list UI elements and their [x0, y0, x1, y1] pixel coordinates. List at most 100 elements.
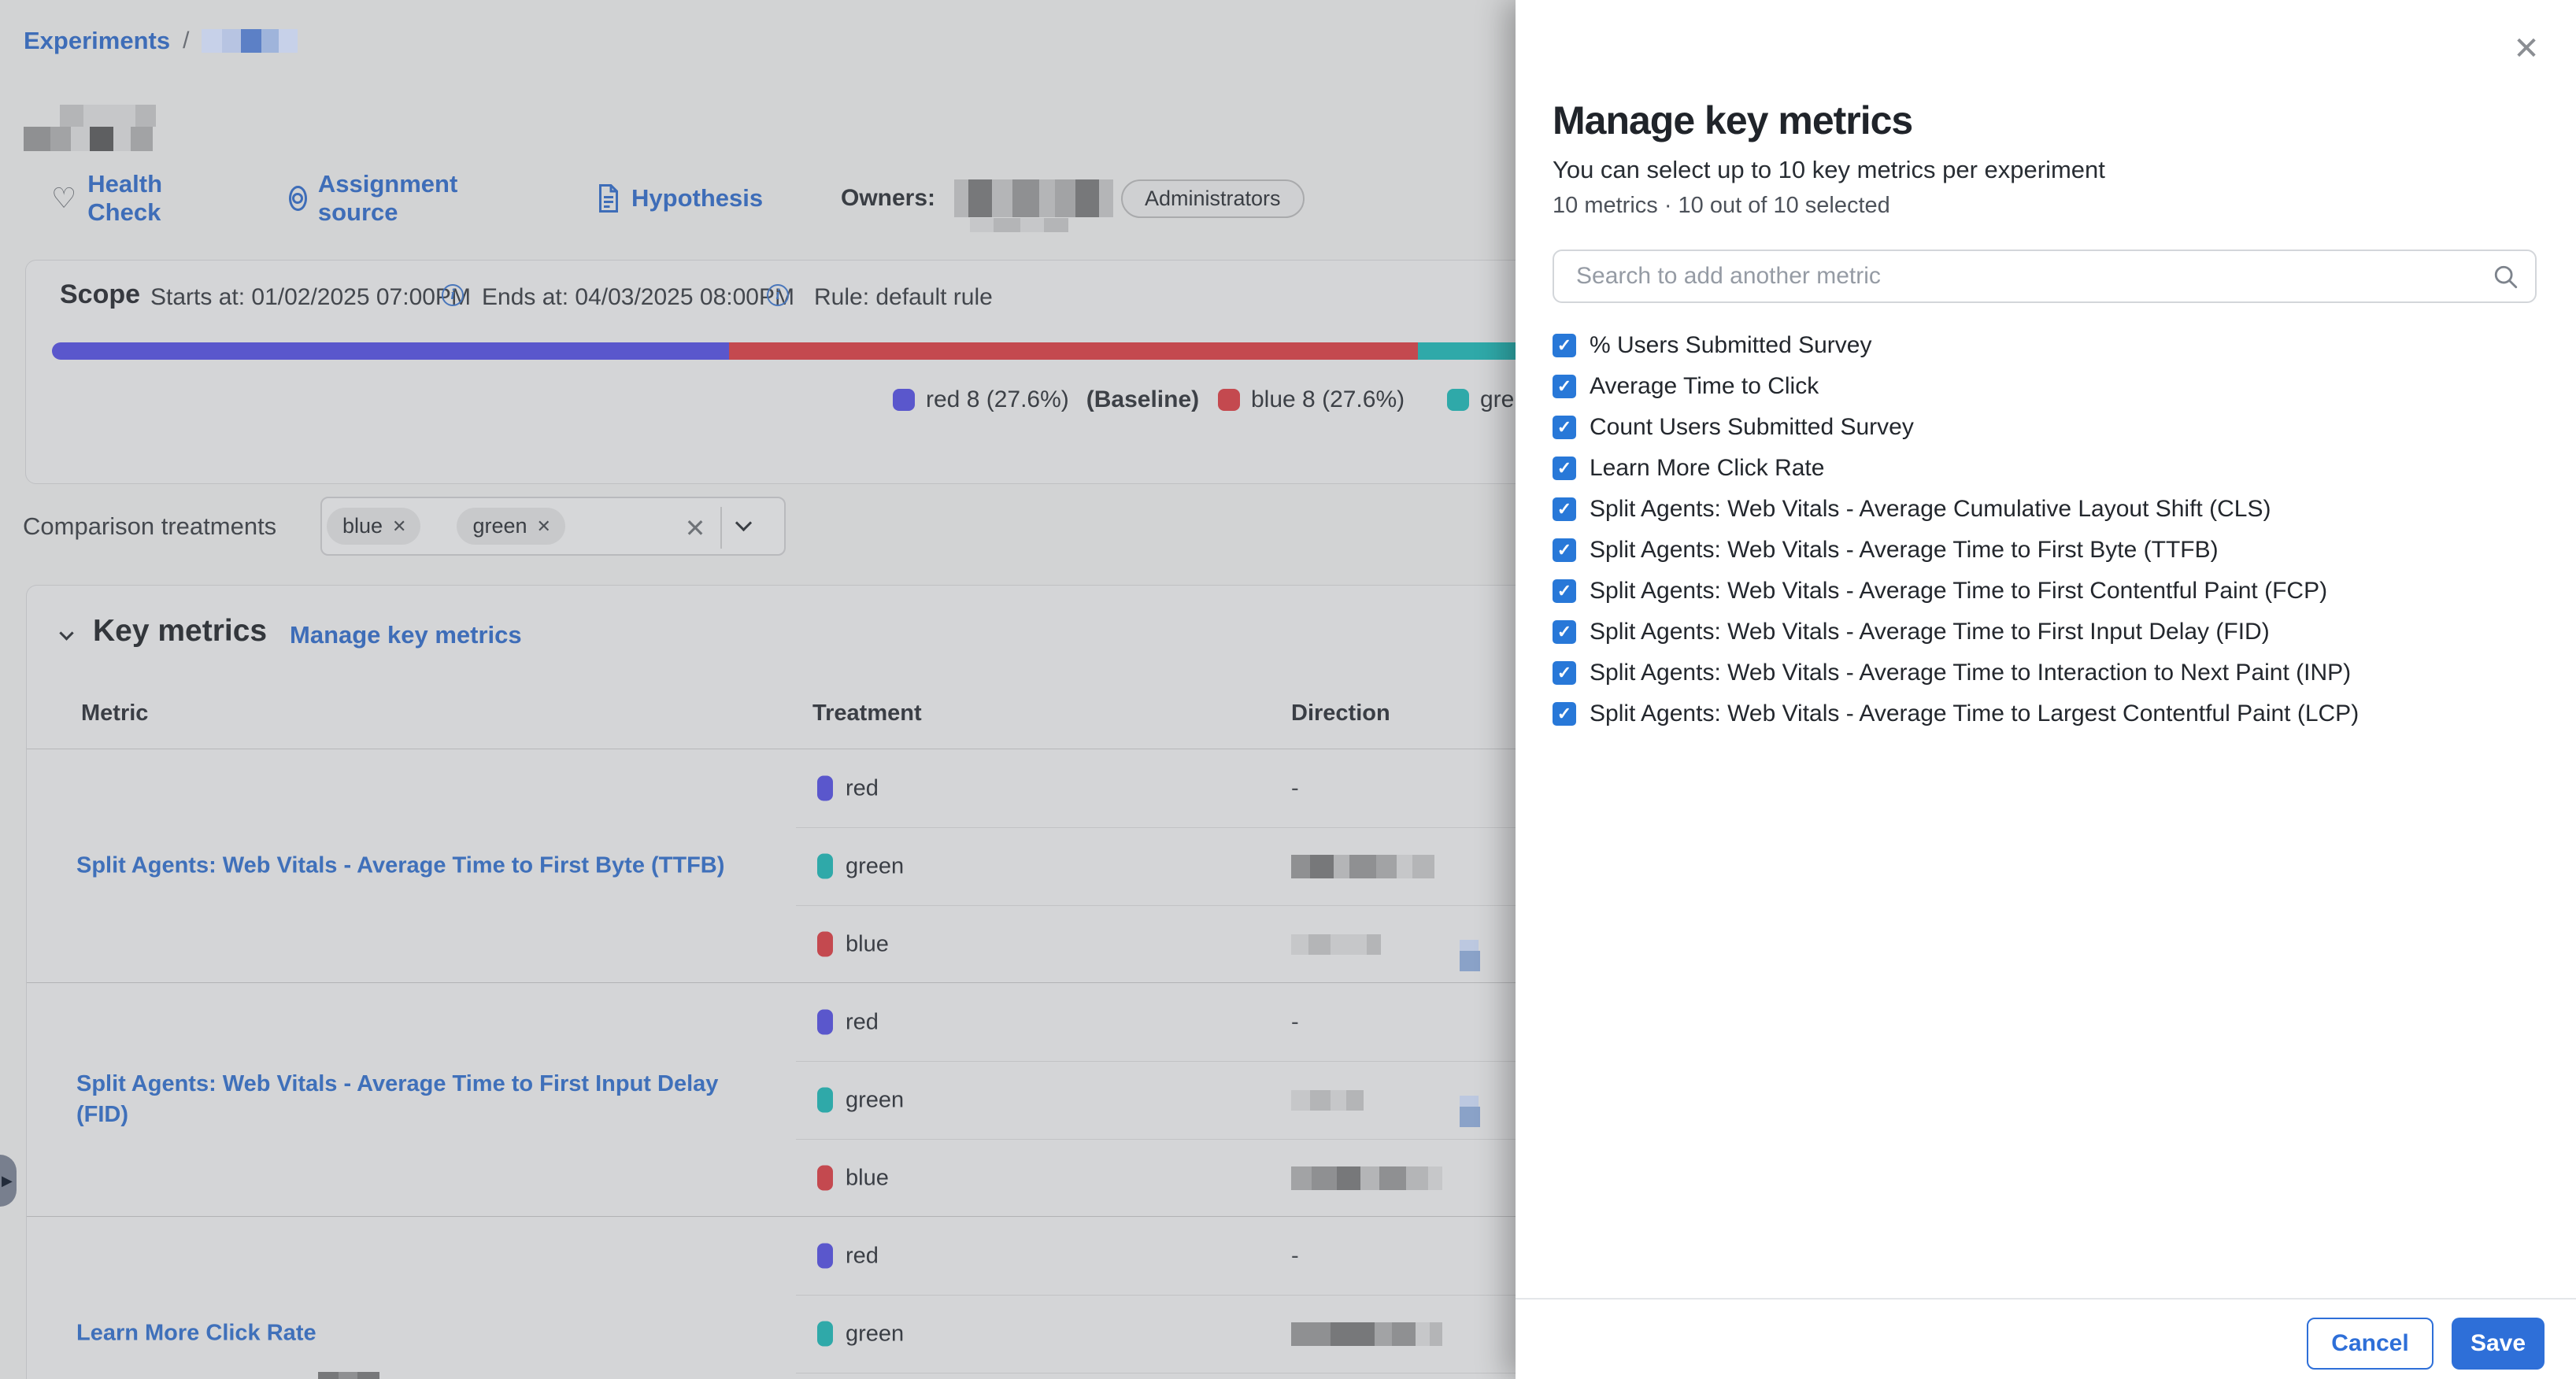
assignment-source-link[interactable]: Assignment source	[289, 179, 464, 217]
treatment-swatch	[817, 1244, 833, 1269]
metric-label: Split Agents: Web Vitals - Average Time …	[1590, 701, 2359, 727]
treatment-swatch	[817, 1088, 833, 1113]
manage-key-metrics-link[interactable]: Manage key metrics	[290, 621, 522, 649]
metric-label: Count Users Submitted Survey	[1590, 414, 1914, 441]
metric-label: Split Agents: Web Vitals - Average Time …	[1590, 537, 2219, 564]
redacted-direction-badge	[1460, 940, 1480, 971]
close-icon[interactable]	[2501, 24, 2552, 74]
heart-icon	[51, 184, 76, 213]
legend-swatch-red	[893, 389, 915, 411]
treatment-name: blue	[846, 931, 889, 957]
remove-chip-icon[interactable]	[537, 516, 551, 537]
checkbox-checked[interactable]	[1553, 538, 1576, 562]
list-item[interactable]: Split Agents: Web Vitals - Average Time …	[1553, 571, 2548, 612]
metric-label: Learn More Click Rate	[1590, 455, 1824, 482]
list-item[interactable]: % Users Submitted Survey	[1553, 325, 2548, 366]
redacted-direction	[1291, 855, 1434, 878]
list-item[interactable]: Count Users Submitted Survey	[1553, 407, 2548, 448]
metric-label: Split Agents: Web Vitals - Average Cumul…	[1590, 496, 2271, 523]
redacted-direction	[1291, 1322, 1442, 1346]
manage-key-metrics-panel: Manage key metrics You can select up to …	[1516, 0, 2576, 1379]
treatment-swatch	[817, 854, 833, 879]
app-root: Experiments / Health Check Assignment so…	[0, 0, 2576, 1379]
checkbox-checked[interactable]	[1553, 702, 1576, 726]
owners-row: Owners:	[841, 178, 1113, 219]
legend-label: red 8 (27.6%)	[926, 386, 1069, 413]
select-divider	[720, 507, 722, 549]
list-item[interactable]: Split Agents: Web Vitals - Average Time …	[1553, 653, 2548, 693]
search-input[interactable]	[1554, 251, 2535, 301]
treatment-swatch	[817, 1322, 833, 1347]
column-header-metric: Metric	[81, 701, 148, 726]
direction-value: -	[1291, 775, 1299, 801]
checkbox-checked[interactable]	[1553, 334, 1576, 357]
panel-subtitle: You can select up to 10 key metrics per …	[1553, 156, 2105, 184]
list-item[interactable]: Split Agents: Web Vitals - Average Cumul…	[1553, 489, 2548, 530]
legend-swatch-blue	[1218, 389, 1240, 411]
redacted-owner-name	[954, 179, 1113, 217]
list-item[interactable]: Split Agents: Web Vitals - Average Time …	[1553, 612, 2548, 653]
chip-label: blue	[342, 514, 383, 538]
clear-selection-icon[interactable]	[678, 498, 712, 557]
legend-item-green: gre	[1447, 386, 1514, 413]
list-item[interactable]: Learn More Click Rate	[1553, 448, 2548, 489]
treatment-name: red	[846, 1009, 879, 1035]
legend-baseline-label: (Baseline)	[1086, 386, 1199, 413]
expand-sidebar-handle[interactable]	[0, 1155, 17, 1207]
remove-chip-icon[interactable]	[392, 516, 406, 537]
info-icon[interactable]: i	[767, 284, 789, 306]
chip-label: green	[472, 514, 527, 538]
hypothesis-link[interactable]: Hypothesis	[597, 179, 763, 217]
checkbox-checked[interactable]	[1553, 416, 1576, 439]
administrators-badge: Administrators	[1121, 179, 1305, 218]
redacted-direction-badge	[1460, 1096, 1480, 1127]
hypothesis-label: Hypothesis	[631, 184, 763, 213]
metric-label: Split Agents: Web Vitals - Average Time …	[1590, 578, 2327, 604]
column-header-treatment: Treatment	[812, 701, 922, 726]
treatment-name: green	[846, 1087, 904, 1113]
treatment-name: blue	[846, 1165, 889, 1191]
checkbox-checked[interactable]	[1553, 497, 1576, 521]
chip-blue[interactable]: blue	[327, 508, 420, 545]
info-icon[interactable]: i	[442, 284, 464, 306]
key-metrics-title: Key metrics	[93, 614, 267, 649]
collapse-chevron-icon[interactable]	[59, 626, 73, 640]
comparison-treatments-select[interactable]: blue green	[320, 497, 786, 556]
checkbox-checked[interactable]	[1553, 457, 1576, 480]
redacted-experiment-name	[202, 29, 298, 53]
checkbox-checked[interactable]	[1553, 661, 1576, 685]
list-item[interactable]: Split Agents: Web Vitals - Average Time …	[1553, 530, 2548, 571]
redacted-direction	[1291, 1090, 1364, 1111]
redacted-direction	[1291, 934, 1381, 955]
scope-rule: Rule: default rule	[814, 284, 993, 311]
legend-swatch-green	[1447, 389, 1469, 411]
cancel-button[interactable]: Cancel	[2307, 1318, 2434, 1370]
checkbox-checked[interactable]	[1553, 375, 1576, 398]
health-check-link[interactable]: Health Check	[51, 179, 162, 217]
assignment-source-label: Assignment source	[318, 170, 465, 227]
list-item[interactable]: Split Agents: Web Vitals - Average Time …	[1553, 693, 2548, 734]
list-item[interactable]: Average Time to Click	[1553, 366, 2548, 407]
search-icon[interactable]	[2493, 264, 2519, 290]
comparison-treatments-label: Comparison treatments	[23, 512, 276, 541]
column-header-direction: Direction	[1291, 701, 1390, 726]
save-button[interactable]: Save	[2452, 1318, 2545, 1370]
treatment-name: green	[846, 1321, 904, 1347]
chevron-down-icon[interactable]	[735, 515, 752, 531]
arrow-right-icon	[2, 1174, 13, 1188]
panel-count-line: 10 metrics · 10 out of 10 selected	[1553, 193, 1890, 219]
checkbox-checked[interactable]	[1553, 579, 1576, 603]
legend-item-red: red 8 (27.6%) (Baseline)	[893, 386, 1199, 413]
redacted-title-row2	[24, 127, 153, 151]
redacted-owner-subtext	[970, 218, 1068, 232]
direction-value: -	[1291, 1243, 1299, 1269]
metrics-checkbox-list: % Users Submitted Survey Average Time to…	[1553, 325, 2548, 734]
treatment-swatch	[817, 1010, 833, 1035]
redacted-next-row	[318, 1372, 379, 1379]
breadcrumb-separator: /	[183, 28, 189, 54]
checkbox-checked[interactable]	[1553, 620, 1576, 644]
breadcrumb-experiments-link[interactable]: Experiments	[24, 27, 170, 55]
chip-green[interactable]: green	[457, 508, 565, 545]
treatment-name: red	[846, 775, 879, 801]
metric-label: Average Time to Click	[1590, 373, 1819, 400]
